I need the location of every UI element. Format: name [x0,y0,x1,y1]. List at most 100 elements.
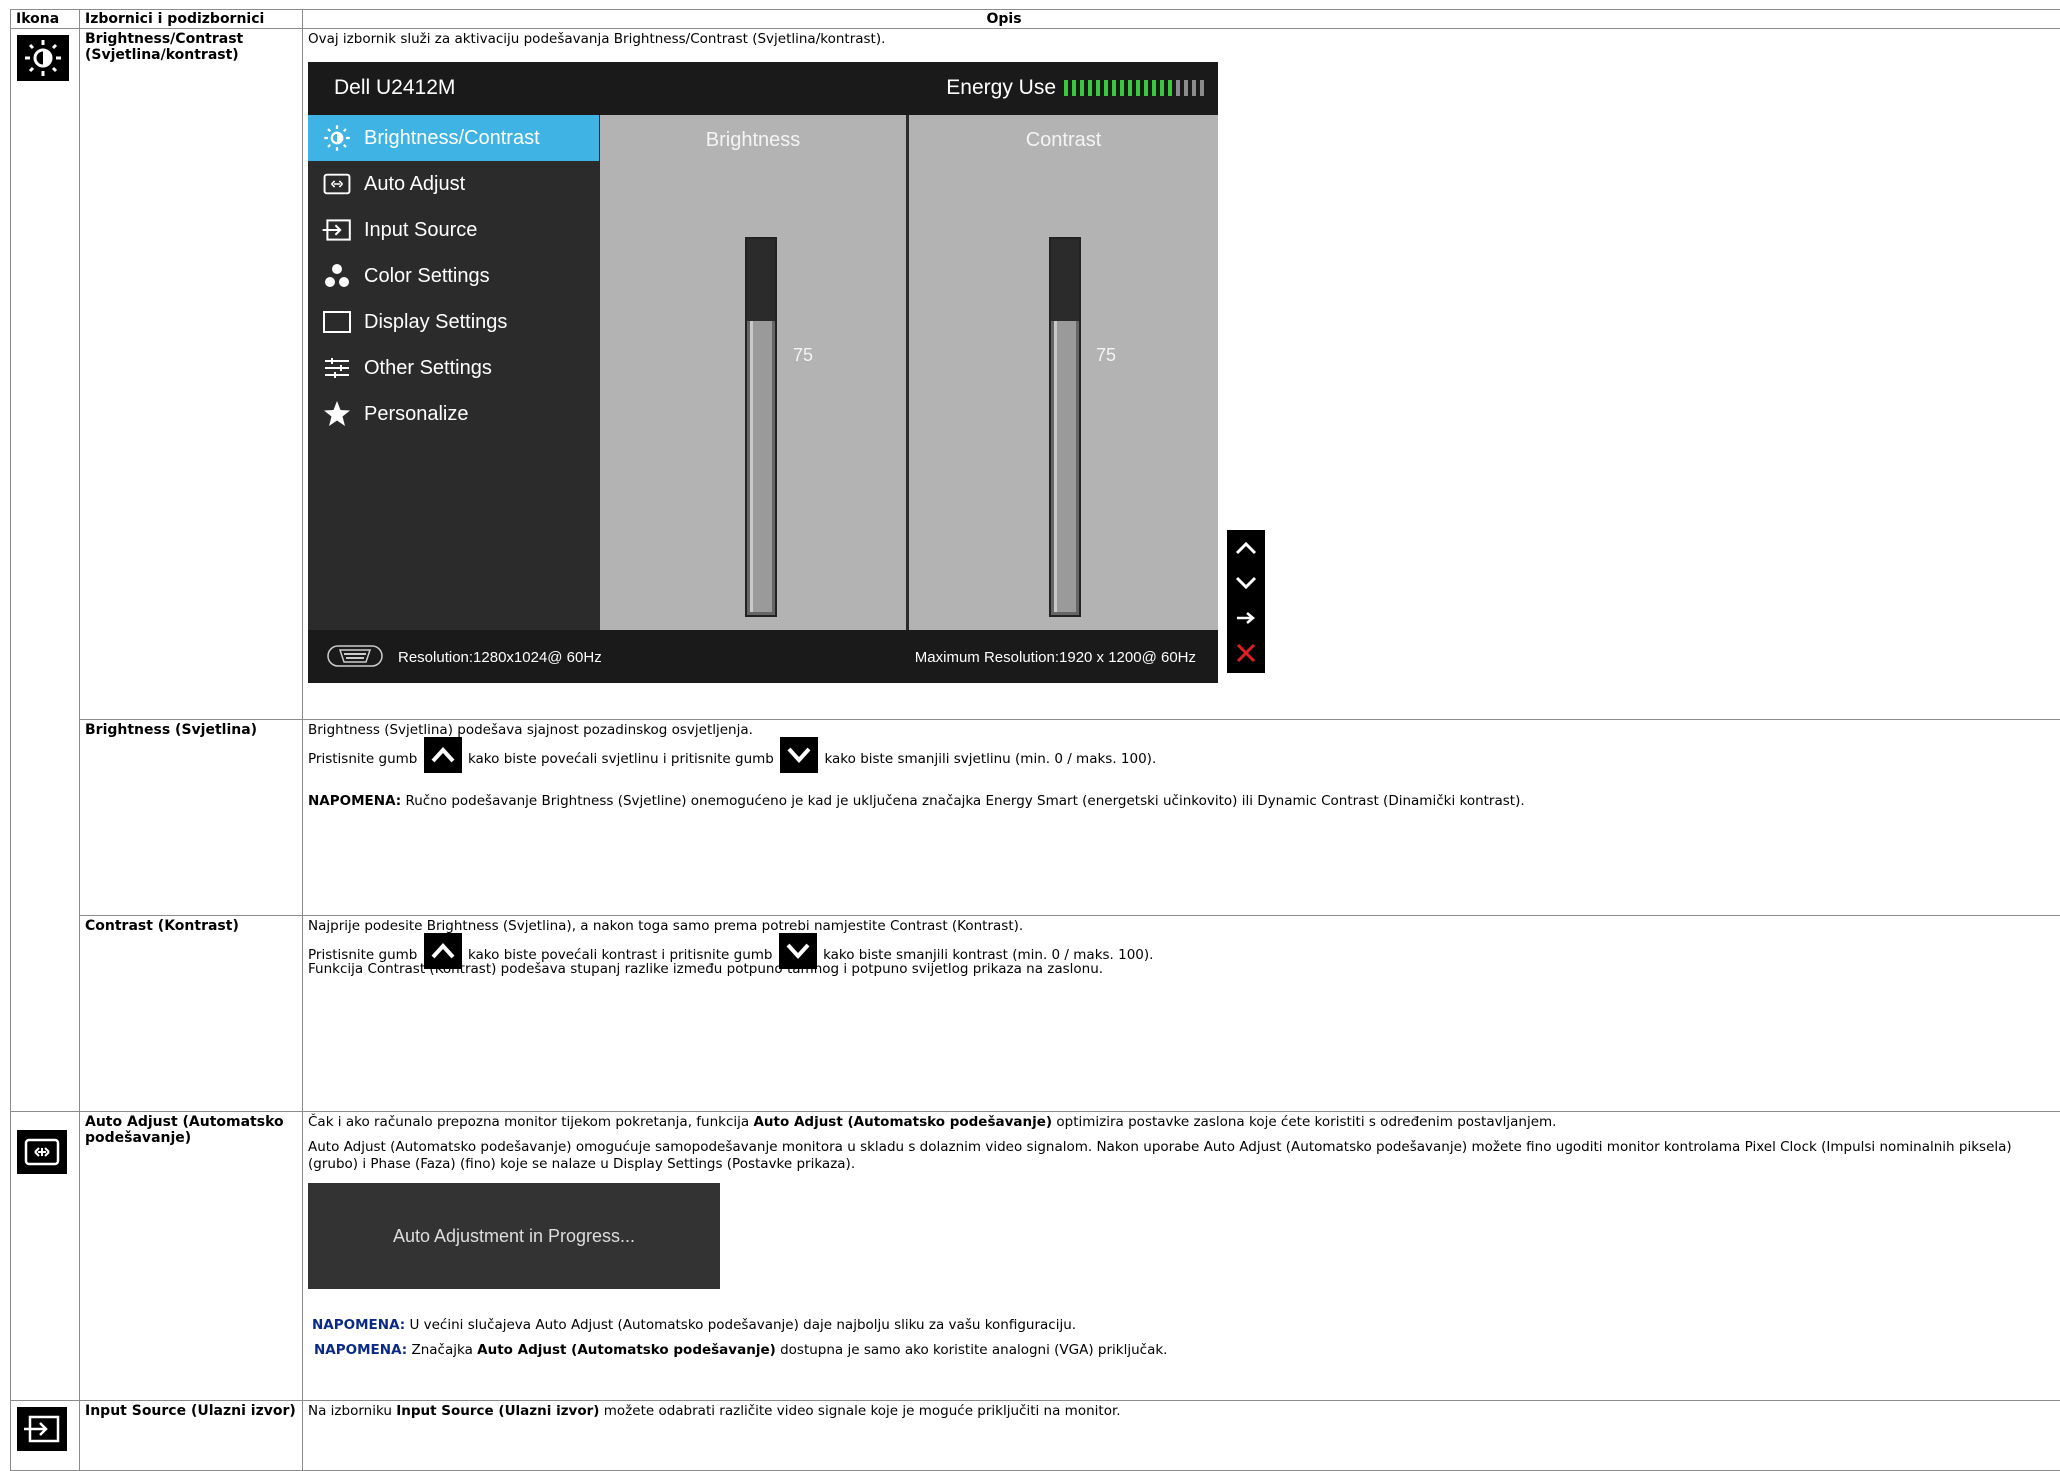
menu-brightness-contrast: Brightness/Contrast (Svjetlina/kontrast) [80,29,303,720]
description-cell: Na izborniku Input Source (Ulazni izvor)… [303,1401,2060,1471]
energy-bar [1096,80,1100,96]
table-header-row: Ikona Izbornici i podizbornici Opis [11,10,2060,29]
auto-adjust-progress-box: Auto Adjustment in Progress... [308,1183,720,1289]
energy-bar [1112,80,1116,96]
energy-bar [1192,80,1196,96]
osd-menu: Brightness/Contrast Auto Adjust Input Sour… [308,115,599,630]
energy-bar [1088,80,1092,96]
table-row: Input Source (Ulazni izvor) Na izborniku… [11,1401,2060,1471]
auto-adjust-p1: Čak i ako računalo prepozna monitor tije… [308,1114,2060,1131]
brightness-value: 75 [793,345,813,366]
enter-arrow-icon[interactable] [1227,600,1265,635]
resolution-text: Resolution:1280x1024@ 60Hz [398,649,602,666]
osd-menu-label: Input Source [364,219,477,242]
energy-meter [1064,80,1208,96]
osd-menu-item[interactable]: Color Settings [308,253,599,299]
energy-bar [1152,80,1156,96]
osd-menu-label: Brightness/Contrast [364,127,540,150]
down-button-icon [779,933,817,969]
description-cell: Brightness (Svjetlina) podešava sjajnost… [303,720,2060,916]
auto-adjust-note2: NAPOMENA: Značajka Auto Adjust (Automats… [314,1342,2060,1359]
osd-menu-item[interactable]: Personalize [308,391,599,437]
contrast-slider[interactable] [1049,237,1081,617]
display-settings-icon [314,310,360,334]
osd-menu-item[interactable]: Input Source [308,207,599,253]
osd-window: Dell U2412M Energy Use Brightness/Contra… [308,62,1218,683]
input-source-p1: Na izborniku Input Source (Ulazni izvor)… [308,1403,2060,1420]
osd-menu-label: Auto Adjust [364,173,465,196]
energy-label: Energy Use [946,76,1056,100]
description-cell: Ovaj izbornik služi za aktivaciju podeša… [303,29,2060,720]
brightness-slider[interactable] [745,237,777,617]
brightness-icon [17,35,69,81]
brightness-line2: Pristisnite gumb kako biste povećali svj… [308,741,2060,777]
table-row: Brightness/Contrast (Svjetlina/kontrast)… [11,29,2060,720]
osd-menu-label: Other Settings [364,357,492,380]
header-icon: Ikona [11,10,80,29]
auto-adjust-p2: Auto Adjust (Automatsko podešavanje) omo… [308,1139,2048,1173]
close-icon[interactable] [1227,635,1265,670]
contrast-line1: Najprije podesite Brightness (Svjetlina)… [308,918,2060,935]
contrast-value: 75 [1096,345,1116,366]
energy-use: Energy Use [946,76,1208,100]
input-source-icon [17,1407,67,1451]
input-source-icon [314,218,360,242]
osd-buttons [1227,530,1265,673]
auto-adjust-note1: NAPOMENA: U većini slučajeva Auto Adjust… [312,1317,2060,1334]
other-settings-icon [314,356,360,380]
star-icon [314,400,360,428]
menu-auto-adjust: Auto Adjust (Automatsko podešavanje) [80,1112,303,1401]
header-menu: Izbornici i podizbornici [80,10,303,29]
max-resolution-text: Maximum Resolution:1920 x 1200@ 60Hz [915,649,1196,666]
brightness-panel: Brightness 75 [600,115,906,630]
table-row: Contrast (Kontrast) Najprije podesite Br… [11,916,2060,1112]
energy-bar [1064,80,1068,96]
menu-contrast: Contrast (Kontrast) [80,916,303,1112]
energy-bar [1136,80,1140,96]
intro-text: Ovaj izbornik služi za aktivaciju podeša… [308,31,2060,48]
osd-screenshot: Dell U2412M Energy Use Brightness/Contra… [308,62,1268,702]
osd-menu-item[interactable]: Display Settings [308,299,599,345]
brightness-line1: Brightness (Svjetlina) podešava sjajnost… [308,722,2060,739]
contrast-label: Contrast [909,129,1218,152]
osd-menu-item[interactable]: Auto Adjust [308,161,599,207]
contrast-line3: Funkcija Contrast (Kontrast) podešava st… [308,961,2060,978]
energy-bar [1080,80,1084,96]
auto-adjust-icon [17,1130,67,1174]
energy-bar [1072,80,1076,96]
contrast-panel: Contrast 75 [909,115,1218,630]
down-arrow-icon[interactable] [1227,565,1265,600]
down-button-icon [780,737,818,773]
auto-adjust-icon [314,173,360,195]
osd-footer: Resolution:1280x1024@ 60Hz Maximum Resol… [308,630,1218,683]
header-description: Opis [303,10,2060,29]
osd-menu-item[interactable]: Other Settings [308,345,599,391]
vga-connector-icon [326,644,384,668]
description-cell: Najprije podesite Brightness (Svjetlina)… [303,916,2060,1112]
icon-cell [11,29,80,1112]
energy-bar [1168,80,1172,96]
energy-bar [1104,80,1108,96]
osd-menu-item[interactable]: Brightness/Contrast [308,115,599,161]
icon-cell [11,1112,80,1401]
energy-bar [1176,80,1180,96]
osd-menu-table: Ikona Izbornici i podizbornici Opis Brig [10,9,2060,1471]
osd-menu-label: Display Settings [364,311,507,334]
color-settings-icon [314,263,360,289]
brightness-icon [314,123,360,153]
brightness-label: Brightness [600,129,906,152]
energy-bar [1200,80,1204,96]
osd-header: Dell U2412M Energy Use [308,62,1218,115]
up-button-icon [424,933,462,969]
energy-bar [1128,80,1132,96]
description-cell: Čak i ako računalo prepozna monitor tije… [303,1112,2060,1401]
energy-bar [1160,80,1164,96]
up-arrow-icon[interactable] [1227,530,1265,565]
osd-model: Dell U2412M [334,76,455,100]
osd-menu-label: Personalize [364,403,469,426]
menu-brightness: Brightness (Svjetlina) [80,720,303,916]
up-button-icon [424,737,462,773]
osd-menu-label: Color Settings [364,265,490,288]
icon-cell [11,1401,80,1471]
table-row: Brightness (Svjetlina) Brightness (Svjet… [11,720,2060,916]
